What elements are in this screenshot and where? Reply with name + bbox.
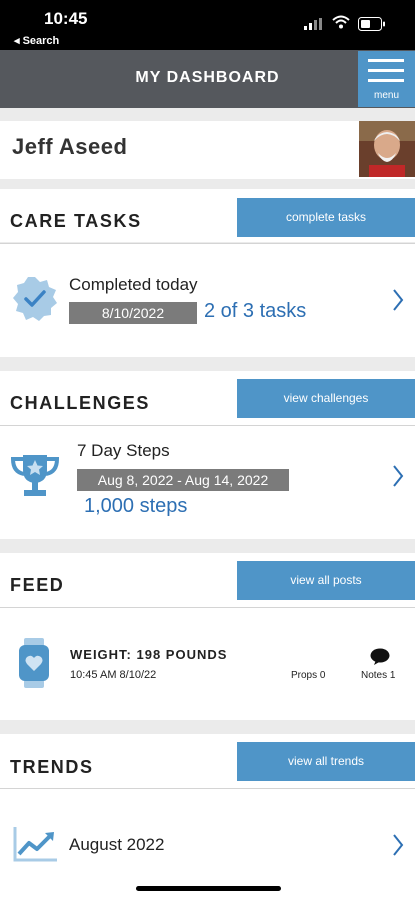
menu-icon-bar: [368, 59, 404, 62]
challenge-steps: 1,000 steps: [84, 495, 188, 517]
post-title: WEIGHT: 198 POUNDS: [70, 647, 228, 662]
status-bar: 10:45 ◂ Search: [0, 0, 415, 50]
challenges-title: CHALLENGES: [10, 393, 151, 413]
avatar[interactable]: [359, 121, 415, 177]
badge-check-icon: [13, 277, 57, 321]
complete-tasks-button[interactable]: complete tasks: [237, 198, 415, 237]
user-name: Jeff Aseed: [12, 134, 128, 159]
menu-button[interactable]: menu: [358, 51, 415, 107]
home-indicator[interactable]: [136, 886, 281, 891]
task-date: 8/10/2022: [69, 302, 197, 324]
completed-today-label: Completed today: [69, 275, 198, 294]
feed-post[interactable]: [0, 608, 415, 720]
chevron-right-icon: [393, 289, 404, 311]
care-tasks-title: CARE TASKS: [10, 211, 142, 231]
speech-bubble-icon[interactable]: [370, 648, 390, 666]
feed-title: FEED: [10, 575, 65, 595]
line-chart-icon: [13, 827, 57, 862]
view-all-trends-button[interactable]: view all trends: [237, 742, 415, 781]
status-time: 10:45: [44, 9, 88, 28]
back-to-search-link[interactable]: ◂ Search: [14, 34, 59, 47]
trends-title: TRENDS: [10, 757, 94, 777]
trend-period: August 2022: [69, 835, 165, 854]
app-header: MY DASHBOARD: [0, 50, 415, 108]
avatar-photo: [359, 121, 415, 177]
tasks-summary: 2 of 3 tasks: [204, 300, 307, 322]
chevron-right-icon: [393, 834, 404, 856]
chevron-right-icon: [393, 465, 404, 487]
challenge-date-range: Aug 8, 2022 - Aug 14, 2022: [77, 469, 289, 491]
challenge-name: 7 Day Steps: [77, 441, 170, 460]
view-all-posts-button[interactable]: view all posts: [237, 561, 415, 600]
battery-icon: [358, 17, 385, 31]
post-timestamp: 10:45 AM 8/10/22: [70, 669, 157, 681]
trend-row[interactable]: [0, 789, 415, 900]
watch-icon: [19, 638, 49, 688]
page-title: MY DASHBOARD: [135, 69, 280, 86]
menu-icon-bar: [368, 79, 404, 82]
trophy-icon: [10, 455, 60, 496]
notes-count[interactable]: Notes 1: [361, 670, 395, 681]
wifi-icon: [332, 15, 350, 29]
props-count[interactable]: Props 0: [291, 670, 325, 681]
view-challenges-button[interactable]: view challenges: [237, 379, 415, 418]
menu-label: menu: [373, 90, 399, 101]
cellular-signal-icon: [304, 18, 322, 30]
menu-icon-bar: [368, 69, 404, 72]
